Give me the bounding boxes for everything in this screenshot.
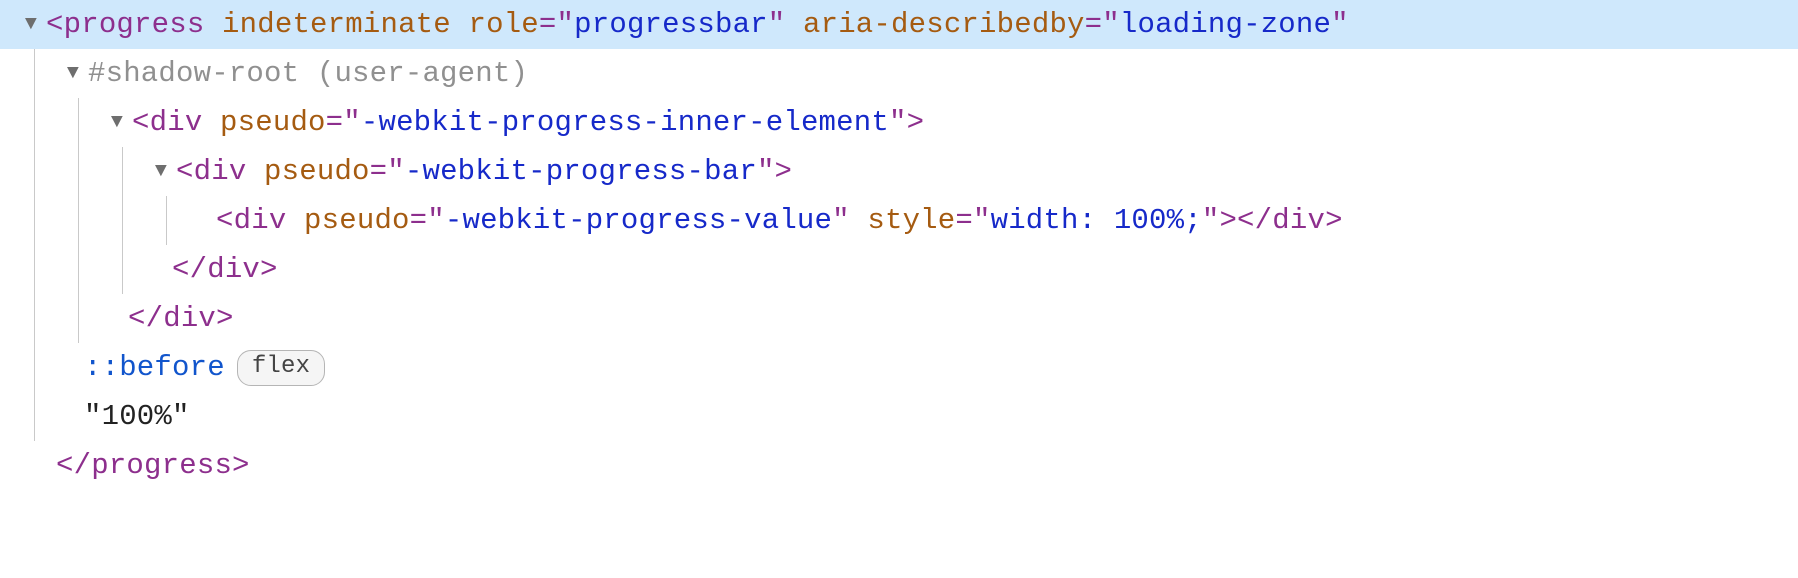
close-bracket: > [260, 245, 278, 294]
dom-tree: ▼ < progress indeterminate role = " prog… [0, 0, 1798, 498]
pseudo-selector: ::before [84, 343, 225, 392]
tree-row-text-node[interactable]: "100%" [0, 392, 1798, 441]
space [785, 0, 803, 49]
tag-name: div [150, 98, 203, 147]
close-tag-name: progress [91, 441, 232, 490]
space [246, 147, 264, 196]
equals: = [955, 196, 973, 245]
close-bracket: > [1325, 196, 1343, 245]
close-bracket: > [1219, 196, 1237, 245]
quote: " [387, 147, 405, 196]
space [850, 196, 868, 245]
tree-row-shadow-root[interactable]: ▼ #shadow-root (user-agent) [0, 49, 1798, 98]
tree-row-div-progress-value[interactable]: < div pseudo = " -webkit-progress-value … [0, 196, 1798, 245]
close-tag-name: div [207, 245, 260, 294]
space [286, 196, 304, 245]
close-tag-name: div [1272, 196, 1325, 245]
attr-name: style [867, 196, 955, 245]
attr-value: progressbar [574, 0, 768, 49]
attr-name: role [469, 0, 539, 49]
quote: " [757, 147, 775, 196]
tree-row-close-div[interactable]: < / div > [0, 245, 1798, 294]
quote: " [832, 196, 850, 245]
slash: / [146, 294, 164, 343]
open-bracket: < [216, 196, 234, 245]
expand-arrow-icon[interactable]: ▼ [104, 106, 130, 140]
open-bracket: < [172, 245, 190, 294]
tree-row-progress-open[interactable]: ▼ < progress indeterminate role = " prog… [0, 0, 1798, 49]
tree-row-div-inner-element[interactable]: ▼ < div pseudo = " -webkit-progress-inne… [0, 98, 1798, 147]
attr-name: pseudo [304, 196, 410, 245]
attr-name: pseudo [220, 98, 326, 147]
tag-name: div [194, 147, 247, 196]
equals: = [370, 147, 388, 196]
expand-arrow-icon[interactable]: ▼ [18, 8, 44, 42]
close-bracket: > [232, 441, 250, 490]
space [204, 0, 222, 49]
space [202, 98, 220, 147]
quote: " [1202, 196, 1220, 245]
open-bracket: < [1237, 196, 1255, 245]
equals: = [1085, 0, 1103, 49]
attr-name: pseudo [264, 147, 370, 196]
quote: " [427, 196, 445, 245]
open-bracket: < [46, 0, 64, 49]
open-bracket: < [132, 98, 150, 147]
tree-row-pseudo-before[interactable]: ::before flex [0, 343, 1798, 392]
equals: = [326, 98, 344, 147]
equals: = [410, 196, 428, 245]
attr-value: -webkit-progress-inner-element [361, 98, 889, 147]
tag-name: progress [64, 0, 205, 49]
layout-badge-flex[interactable]: flex [237, 350, 325, 386]
expand-arrow-icon[interactable]: ▼ [148, 155, 174, 189]
slash: / [74, 441, 92, 490]
open-bracket: < [128, 294, 146, 343]
tree-row-close-div[interactable]: < / div > [0, 294, 1798, 343]
tag-name: div [234, 196, 287, 245]
space [451, 0, 469, 49]
quote: " [1331, 0, 1349, 49]
attr-value: -webkit-progress-value [445, 196, 832, 245]
attr-value: -webkit-progress-bar [405, 147, 757, 196]
shadow-root-label: #shadow-root (user-agent) [88, 49, 528, 98]
quote: " [1102, 0, 1120, 49]
attr-value: loading-zone [1120, 0, 1331, 49]
slash: / [190, 245, 208, 294]
close-bracket: > [216, 294, 234, 343]
attr-value: width: 100%; [991, 196, 1202, 245]
close-tag-name: div [163, 294, 216, 343]
quote: " [557, 0, 575, 49]
expand-arrow-icon[interactable]: ▼ [60, 57, 86, 91]
close-bracket: > [775, 147, 793, 196]
text-node-value: "100%" [84, 392, 190, 441]
open-bracket: < [56, 441, 74, 490]
slash: / [1255, 196, 1273, 245]
close-bracket: > [907, 98, 925, 147]
attr-name: indeterminate [222, 0, 451, 49]
quote: " [973, 196, 991, 245]
tree-row-div-progress-bar[interactable]: ▼ < div pseudo = " -webkit-progress-bar … [0, 147, 1798, 196]
quote: " [889, 98, 907, 147]
open-bracket: < [176, 147, 194, 196]
quote: " [343, 98, 361, 147]
attr-name: aria-describedby [803, 0, 1085, 49]
tree-row-close-progress[interactable]: < / progress > [0, 441, 1798, 490]
quote: " [768, 0, 786, 49]
equals: = [539, 0, 557, 49]
